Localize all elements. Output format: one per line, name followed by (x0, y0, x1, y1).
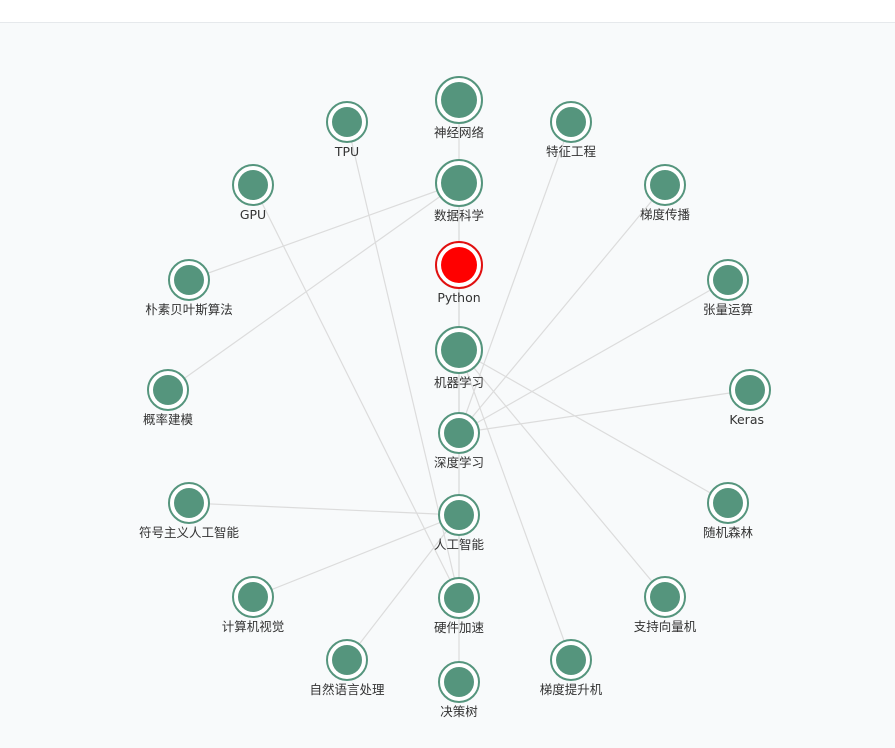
node-circle (174, 265, 204, 295)
node-label: 梯度提升机 (540, 682, 603, 697)
node-label: 人工智能 (434, 537, 485, 552)
node-label: 机器学习 (434, 375, 484, 390)
node-label: 神经网络 (434, 125, 485, 140)
graph-nodes: 神经网络 TPU 特征工程 GPU 数据科学 梯度传播朴素贝叶斯算法 Python 张量运算机… (139, 76, 771, 719)
graph-node-juece[interactable]: 决策树 (438, 661, 480, 719)
node-label: 符号主义人工智能 (139, 525, 240, 540)
graph-node-yingjian[interactable]: 硬件加速 (434, 577, 485, 635)
node-circle (444, 583, 474, 613)
graph-node-zhichi[interactable]: 支持向量机 (634, 576, 697, 634)
node-circle (441, 165, 477, 201)
node-circle (735, 375, 765, 405)
node-circle (238, 582, 268, 612)
graph-node-tidu[interactable]: 梯度传播 (640, 164, 691, 222)
node-label: 张量运算 (703, 302, 753, 317)
node-label: Python (437, 290, 480, 305)
graph-node-suiji[interactable]: 随机森林 (703, 482, 754, 540)
node-circle (444, 500, 474, 530)
node-label: 特征工程 (546, 144, 597, 159)
node-circle (444, 418, 474, 448)
node-circle (441, 247, 477, 283)
node-label: 自然语言处理 (309, 682, 385, 697)
graph-node-rengong[interactable]: 人工智能 (434, 494, 485, 552)
node-label: 深度学习 (434, 455, 484, 470)
node-label: 支持向量机 (634, 619, 697, 634)
graph-edge (458, 349, 666, 598)
graph-node-shenjing[interactable]: 神经网络 (434, 76, 485, 140)
graph-node-ziran[interactable]: 自然语言处理 (309, 639, 385, 697)
node-circle (444, 667, 474, 697)
node-label: GPU (240, 207, 266, 222)
graph-node-jiqi[interactable]: 机器学习 (434, 326, 484, 390)
knowledge-graph[interactable]: 神经网络 TPU 特征工程 GPU 数据科学 梯度传播朴素贝叶斯算法 Python 张量运算机… (0, 0, 895, 748)
graph-node-gailv[interactable]: 概率建模 (143, 369, 194, 427)
graph-node-jisuanji[interactable]: 计算机视觉 (222, 576, 285, 634)
node-circle (441, 82, 477, 118)
graph-edge (458, 184, 666, 434)
graph-node-fuhao[interactable]: 符号主义人工智能 (139, 482, 240, 540)
graph-edge (188, 502, 460, 516)
node-label: 梯度传播 (640, 207, 691, 222)
node-label: 随机森林 (703, 525, 754, 540)
graph-node-shendu[interactable]: 深度学习 (434, 412, 484, 470)
node-circle (332, 645, 362, 675)
node-label: 数据科学 (434, 208, 484, 223)
node-circle (153, 375, 183, 405)
node-label: 决策树 (440, 704, 478, 719)
node-label: Keras (729, 412, 764, 427)
graph-node-python[interactable]: Python (435, 241, 483, 305)
node-label: 计算机视觉 (222, 619, 285, 634)
node-circle (713, 265, 743, 295)
node-circle (174, 488, 204, 518)
graph-node-keras[interactable]: Keras (729, 369, 771, 427)
graph-node-tezheng[interactable]: 特征工程 (546, 101, 597, 159)
graph-edge (458, 279, 729, 434)
graph-node-tiduti[interactable]: 梯度提升机 (540, 639, 603, 697)
node-label: 概率建模 (143, 412, 194, 427)
node-circle (238, 170, 268, 200)
node-circle (556, 645, 586, 675)
graph-node-shuju[interactable]: 数据科学 (434, 159, 484, 223)
graph-node-zhangliang[interactable]: 张量运算 (703, 259, 753, 317)
graph-edge (252, 184, 460, 599)
node-circle (556, 107, 586, 137)
graph-edge (458, 389, 751, 434)
node-circle (332, 107, 362, 137)
graph-node-tpu[interactable]: TPU (326, 101, 368, 159)
node-circle (713, 488, 743, 518)
node-circle (650, 582, 680, 612)
node-circle (650, 170, 680, 200)
graph-edge (167, 182, 460, 391)
node-label: 朴素贝叶斯算法 (145, 302, 233, 317)
graph-edge (252, 514, 460, 598)
graph-edge (188, 182, 460, 281)
node-label: 硬件加速 (434, 620, 485, 635)
node-label: TPU (334, 144, 359, 159)
node-circle (441, 332, 477, 368)
